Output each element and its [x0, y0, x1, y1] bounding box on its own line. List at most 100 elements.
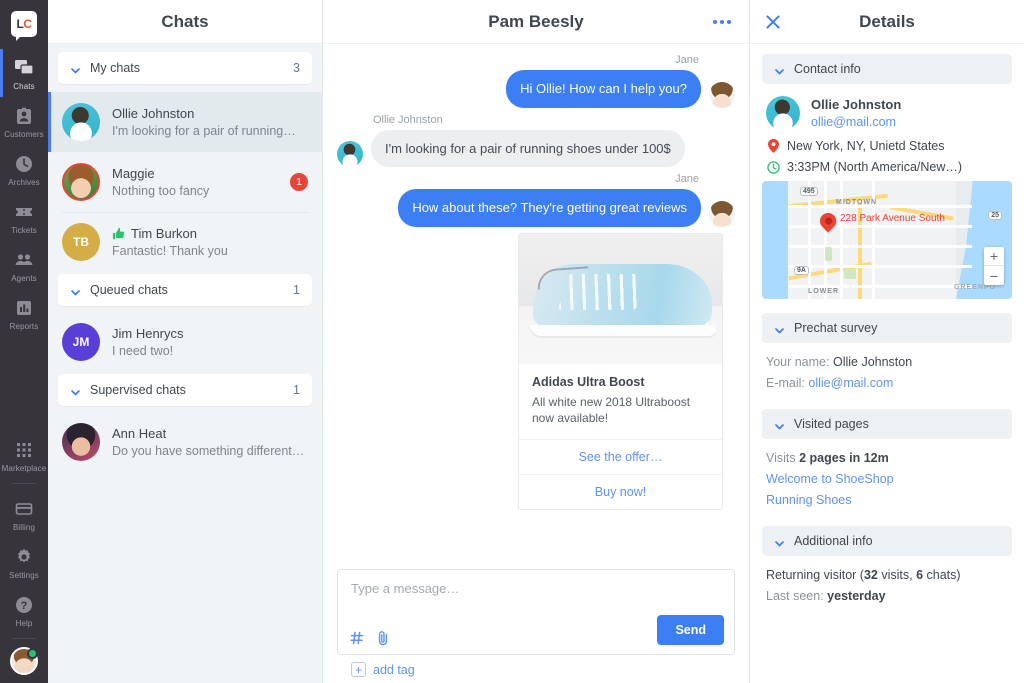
message-input-placeholder[interactable]: Type a message… — [351, 581, 721, 596]
dot — [720, 20, 724, 24]
visited-page-link[interactable]: Welcome to ShoeShop — [766, 472, 1012, 486]
dot — [713, 20, 717, 24]
paperclip-icon[interactable] — [376, 630, 390, 646]
send-button[interactable]: Send — [657, 615, 724, 645]
map-shield: 25 — [988, 211, 1002, 220]
chevron-down-icon — [774, 536, 785, 547]
message-line: I'm looking for a pair of running shoes … — [337, 130, 735, 168]
nav-item-archives[interactable]: Archives — [0, 145, 48, 193]
chats-word: chats) — [923, 568, 961, 582]
avatar: TB — [62, 223, 100, 261]
avatar — [62, 423, 100, 461]
chat-list-body[interactable]: My chats 3 Ollie Johnston I'm looking fo… — [48, 44, 322, 683]
group-count: 1 — [293, 283, 300, 297]
chat-row-ann-heat[interactable]: Ann Heat Do you have something different… — [48, 412, 322, 472]
nav-item-tickets[interactable]: Tickets — [0, 193, 48, 241]
contact-email-link[interactable]: ollie@mail.com — [811, 115, 901, 129]
clock-icon — [766, 161, 780, 174]
composer-wrap: Type a message… Send + add tag — [323, 569, 749, 683]
contact-location: New York, NY, Unietd States — [787, 139, 945, 153]
nav-item-settings[interactable]: Settings — [0, 538, 48, 586]
logo-l: L — [16, 17, 23, 31]
avatar-current-agent[interactable] — [10, 647, 38, 675]
close-icon[interactable] — [764, 13, 782, 31]
composer-tools — [350, 630, 390, 646]
more-options-icon[interactable] — [707, 14, 737, 30]
chat-row-meta: Maggie Nothing too fancy — [112, 166, 284, 198]
map-road — [824, 181, 827, 299]
see-the-offer-button[interactable]: See the offer… — [519, 439, 722, 474]
status-badge-online — [27, 648, 38, 659]
chat-row-meta: Jim Henrycs I need two! — [112, 326, 308, 358]
nav-item-marketplace[interactable]: Marketplace — [0, 431, 48, 479]
help-icon: ? — [13, 594, 35, 616]
map-zoom-in-button[interactable]: + — [984, 247, 1004, 266]
livechat-logo[interactable]: LC — [11, 11, 37, 37]
group-label: My chats — [90, 61, 293, 75]
map-zoom-controls[interactable]: + − — [984, 247, 1004, 285]
section-header-prechat-survey[interactable]: Prechat survey — [762, 313, 1012, 343]
chat-row-ollie-johnston[interactable]: Ollie Johnston I'm looking for a pair of… — [48, 92, 322, 152]
message-block: Jane How about these? They're getting gr… — [337, 173, 735, 227]
message-block: Ollie Johnston I'm looking for a pair of… — [337, 114, 735, 168]
group-header-supervised-chats[interactable]: Supervised chats 1 — [58, 374, 312, 406]
chat-row-meta: Ann Heat Do you have something different… — [112, 426, 308, 458]
chat-row-maggie[interactable]: Maggie Nothing too fancy 1 — [48, 152, 322, 212]
nav-item-billing[interactable]: Billing — [0, 490, 48, 538]
chevron-down-icon — [774, 419, 785, 430]
nav-label-billing: Billing — [13, 523, 35, 532]
product-card[interactable]: Adidas Ultra Boost All white new 2018 Ul… — [518, 233, 723, 510]
page-title-conversation: Pam Beesly — [488, 12, 583, 32]
contact-local-time: 3:33PM (North America/New…) — [787, 160, 962, 174]
chat-row-name: Maggie — [112, 166, 284, 181]
location-map[interactable]: 495 25 9A MIDTOWN LOWER GREENPO 228 Park… — [762, 181, 1012, 299]
archives-icon — [13, 153, 35, 175]
group-label: Queued chats — [90, 283, 293, 297]
row-divider — [62, 212, 308, 213]
nav-item-agents[interactable]: Agents — [0, 241, 48, 289]
group-header-queued-chats[interactable]: Queued chats 1 — [58, 274, 312, 306]
details-header: Details — [750, 0, 1024, 44]
details-body[interactable]: Contact info Ollie Johnston ollie@mail.c… — [750, 44, 1024, 683]
chat-row-tim-burkon[interactable]: TB Tim Burkon Fantastic! Thank you — [48, 212, 322, 272]
nav-label-reports: Reports — [10, 322, 39, 331]
returning-visitor-row: Returning visitor (32 visits, 6 chats) — [766, 568, 1012, 582]
group-header-my-chats[interactable]: My chats 3 — [58, 52, 312, 84]
nav-item-customers[interactable]: Customers — [0, 97, 48, 145]
map-zoom-out-button[interactable]: − — [984, 266, 1004, 285]
map-park — [825, 247, 832, 261]
nav-item-reports[interactable]: Reports — [0, 289, 48, 337]
message-author: Jane — [337, 173, 735, 185]
chats-icon — [13, 57, 35, 79]
section-label: Contact info — [794, 62, 861, 76]
contact-location-row: New York, NY, Unietd States — [766, 139, 1012, 153]
visited-page-link[interactable]: Running Shoes — [766, 493, 1012, 507]
hash-icon[interactable] — [350, 631, 364, 645]
add-tag-row[interactable]: + add tag — [337, 655, 735, 677]
map-shield: 9A — [794, 266, 809, 275]
map-road — [788, 245, 972, 248]
message-composer[interactable]: Type a message… Send — [337, 569, 735, 655]
nav-item-chats[interactable]: Chats — [0, 49, 48, 97]
group-count: 1 — [293, 383, 300, 397]
nav-label-archives: Archives — [8, 178, 39, 187]
section-header-contact-info[interactable]: Contact info — [762, 54, 1012, 84]
chat-row-jim-henrycs[interactable]: JM Jim Henrycs I need two! — [48, 312, 322, 372]
section-label: Visited pages — [794, 417, 869, 431]
message-thread[interactable]: Jane Hi Ollie! How can I help you? Ollie… — [323, 44, 749, 569]
nav-item-help[interactable]: ? Help — [0, 586, 48, 634]
chats-count: 6 — [916, 568, 923, 582]
add-tag-label[interactable]: add tag — [373, 663, 415, 677]
prechat-email-value[interactable]: ollie@mail.com — [808, 376, 893, 390]
map-pin-icon — [766, 139, 780, 153]
map-road — [788, 225, 972, 228]
nav-label-customers: Customers — [4, 130, 44, 139]
buy-now-button[interactable]: Buy now! — [519, 474, 722, 509]
map-label-greenpoint: GREENPO — [954, 284, 996, 291]
avatar — [62, 103, 100, 141]
section-header-visited-pages[interactable]: Visited pages — [762, 409, 1012, 439]
message-author: Ollie Johnston — [337, 114, 735, 126]
chat-row-name: Tim Burkon — [131, 226, 197, 241]
section-header-additional-info[interactable]: Additional info — [762, 526, 1012, 556]
plus-icon[interactable]: + — [351, 662, 366, 677]
